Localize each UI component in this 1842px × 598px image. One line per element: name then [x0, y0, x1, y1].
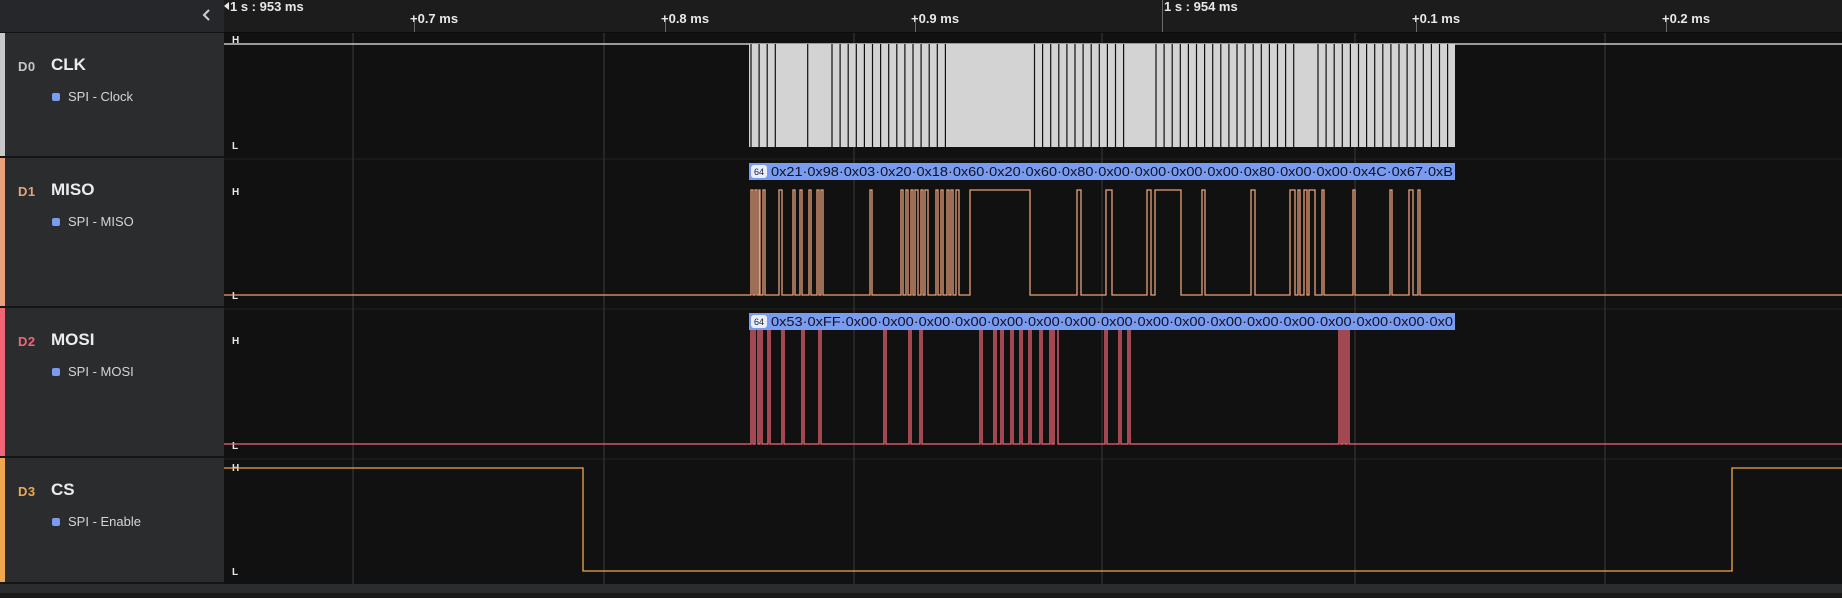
channel-row-d3[interactable]: D3 CS SPI - Enable [0, 458, 224, 584]
time-marker-start: 1 s : 953 ms [230, 0, 304, 14]
tick-mark [1162, 0, 1163, 32]
analyzer-tag[interactable]: SPI - Clock [52, 89, 133, 104]
channel-id: D0 [18, 59, 36, 74]
decoded-badge: 64 [754, 317, 764, 327]
channel-name[interactable]: MISO [51, 180, 94, 200]
level-low-label: L [232, 441, 238, 452]
level-low-label: L [232, 567, 238, 578]
channel-id: D3 [18, 484, 36, 499]
tick-label: +0.8 ms [661, 11, 710, 26]
miso-decoded-bubble[interactable]: 64 0x21·0x98·0x03·0x20·0x18·0x60·0x20·0x… [749, 163, 1455, 180]
level-low-label: L [232, 141, 238, 152]
lane-background-mosi [224, 310, 1842, 458]
tick-label: +0.1 ms [1412, 11, 1461, 26]
analyzer-label: SPI - MISO [68, 214, 134, 229]
channel-color-stripe [0, 458, 5, 582]
channel-row-d1[interactable]: D1 MISO SPI - MISO [0, 158, 224, 308]
channel-color-stripe [0, 33, 5, 156]
decoded-badge: 64 [754, 167, 764, 177]
lane-background-cs [224, 460, 1842, 584]
decoded-text: 0x53·0xFF·0x00·0x00·0x00·0x00·0x00·0x00·… [771, 314, 1453, 329]
analyzer-label: SPI - Clock [68, 89, 134, 104]
channel-row-d2[interactable]: D2 MOSI SPI - MOSI [0, 308, 224, 458]
bottom-scroll-strip[interactable] [0, 584, 1842, 593]
analyzer-dot-icon [52, 217, 60, 226]
analyzer-tag[interactable]: SPI - MOSI [52, 364, 134, 379]
mosi-decoded-bubble[interactable]: 64 0x53·0xFF·0x00·0x00·0x00·0x00·0x00·0x… [749, 313, 1455, 330]
chevron-left-icon [202, 9, 210, 21]
analyzer-tag[interactable]: SPI - Enable [52, 514, 141, 529]
channel-id: D2 [18, 334, 36, 349]
channel-sidebar: D0 CLK SPI - Clock D1 MISO SPI - MISO D2… [0, 0, 224, 593]
channel-color-stripe [0, 308, 5, 456]
analyzer-label: SPI - Enable [68, 514, 141, 529]
channel-name[interactable]: CLK [51, 55, 86, 75]
channel-name[interactable]: CS [51, 480, 75, 500]
waveform-area[interactable]: H L H L H L H L 64 0x21·0x98·0x03·0x20·0… [224, 33, 1842, 593]
analyzer-dot-icon [52, 92, 60, 101]
sidebar-header [0, 0, 224, 33]
analyzer-dot-icon [52, 367, 60, 376]
analyzer-label: SPI - MOSI [68, 364, 134, 379]
time-ruler[interactable]: 1 s : 953 ms 1 s : 954 ms +0.7 ms +0.8 m… [224, 0, 1842, 33]
level-high-label: H [232, 336, 239, 347]
level-low-label: L [232, 291, 238, 302]
analyzer-dot-icon [52, 517, 60, 526]
time-marker-mid: 1 s : 954 ms [1164, 0, 1238, 14]
collapse-sidebar-button[interactable] [196, 4, 218, 26]
channel-color-stripe [0, 158, 5, 306]
tick-label: +0.9 ms [911, 11, 960, 26]
level-high-label: H [232, 187, 239, 198]
channel-name[interactable]: MOSI [51, 330, 94, 350]
decoded-text: 0x21·0x98·0x03·0x20·0x18·0x60·0x20·0x60·… [771, 164, 1453, 179]
tick-label: +0.7 ms [410, 11, 459, 26]
analyzer-tag[interactable]: SPI - MISO [52, 214, 134, 229]
tick-label: +0.2 ms [1662, 11, 1711, 26]
waveform-canvas[interactable]: H L H L H L H L 64 0x21·0x98·0x03·0x20·0… [224, 33, 1842, 593]
channel-id: D1 [18, 184, 36, 199]
lane-background-miso [224, 160, 1842, 308]
channel-row-d0[interactable]: D0 CLK SPI - Clock [0, 33, 224, 158]
